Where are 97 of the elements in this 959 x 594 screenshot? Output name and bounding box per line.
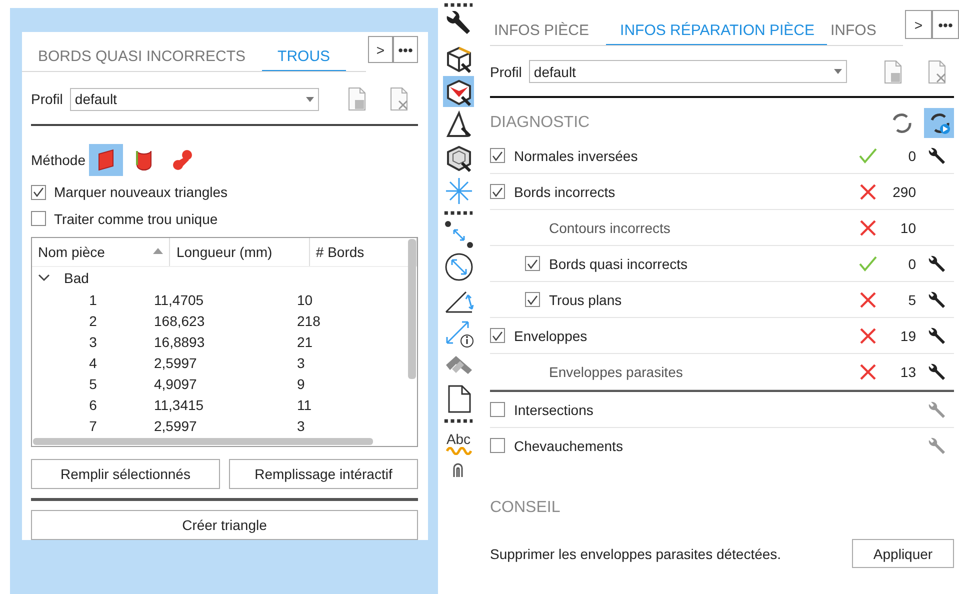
- table-cell-text: 2,5997: [153, 418, 198, 434]
- check-label: Enveloppes: [514, 328, 588, 344]
- create-triangle-button[interactable]: Créer triangle: [31, 510, 418, 540]
- checkbox[interactable]: [31, 211, 46, 226]
- count-text: 0: [907, 148, 916, 164]
- scrollbar[interactable]: [408, 239, 416, 380]
- wrench-icon[interactable]: [926, 362, 946, 382]
- spell-check-tool[interactable]: Abc: [443, 426, 474, 460]
- wrench-icon[interactable]: [926, 326, 946, 346]
- checkbox-label: Marquer nouveaux triangles: [54, 184, 228, 200]
- table-cell-text: 5: [88, 376, 98, 392]
- table-cell-text: 4,9097: [153, 376, 198, 392]
- checkbox[interactable]: [525, 292, 540, 307]
- table-cell-text: 11,3415: [153, 396, 205, 413]
- profile-label: Profil: [490, 64, 522, 80]
- table-cell-text: 11,4705: [153, 292, 205, 308]
- table-cell-text: 2: [88, 312, 98, 329]
- action-button[interactable]: Remplir sélectionnés: [31, 459, 220, 490]
- check-label: Intersections: [514, 402, 594, 418]
- separator-dots: [443, 208, 474, 218]
- table-cell-text: 218: [296, 312, 322, 329]
- more-button[interactable]: •••: [932, 10, 959, 39]
- circle-diameter-icon: [444, 252, 474, 282]
- checkbox[interactable]: [490, 438, 505, 453]
- table-cell-text: 4: [88, 354, 98, 371]
- scrollbar[interactable]: [33, 438, 373, 446]
- table-cell-text: 7: [88, 418, 98, 434]
- check-label: Trous plans: [549, 292, 623, 308]
- table-cell-text: 21: [296, 334, 314, 350]
- count-text: 290: [892, 184, 916, 200]
- table-cell-text: 2,5997: [153, 354, 198, 371]
- next-tab-button[interactable]: >: [368, 36, 393, 63]
- wrench-icon[interactable]: [926, 254, 946, 274]
- apply-button[interactable]: Appliquer: [852, 539, 954, 568]
- wrench-icon[interactable]: [926, 146, 946, 166]
- asterisk-icon: [444, 176, 474, 206]
- wave-icon: [446, 447, 472, 455]
- method-label: Méthode: [31, 152, 86, 168]
- table-cell-text: 1: [88, 292, 98, 308]
- profile-dropdown[interactable]: default: [70, 88, 319, 111]
- toolbar-button[interactable]: [443, 251, 474, 282]
- wrench-icon[interactable]: [926, 290, 946, 310]
- point-distance-icon: [444, 218, 474, 248]
- separator-dots: [443, 416, 474, 426]
- section-title: DIAGNOSTIC: [490, 114, 590, 132]
- count-text: 5: [907, 292, 916, 308]
- checkbox-label: Traiter comme trou unique: [54, 210, 218, 227]
- checkbox[interactable]: [525, 256, 540, 271]
- table-cell-text: 11: [296, 396, 313, 413]
- column-header[interactable]: Nom pièce: [32, 238, 170, 266]
- profile-label: Profil: [31, 91, 63, 108]
- count-text: 19: [899, 328, 916, 344]
- advice-text: Supprimer les enveloppes parasites détectées.: [490, 546, 782, 562]
- check-label: Contours incorrects: [549, 220, 672, 236]
- delete-profile-icon[interactable]: [388, 87, 410, 112]
- toolbar-button[interactable]: [443, 218, 474, 249]
- table-cell-text: 3: [296, 418, 306, 434]
- caret-icon: [306, 96, 314, 102]
- check-label: Enveloppes parasites: [549, 364, 684, 380]
- checkbox[interactable]: [490, 328, 505, 343]
- check-label: Bords quasi incorrects: [549, 256, 689, 272]
- auto-refresh-button[interactable]: [924, 108, 954, 138]
- checkbox[interactable]: [490, 184, 505, 199]
- tab[interactable]: INFOS: [826, 10, 894, 45]
- table-cell-text: 3: [88, 334, 98, 350]
- triangle-wrench-icon: [444, 110, 474, 140]
- toolbar-button[interactable]: [443, 76, 474, 107]
- profile-dropdown[interactable]: default: [528, 60, 847, 83]
- section-title: CONSEIL: [490, 499, 562, 517]
- tab[interactable]: BORDS QUASI INCORRECTS: [22, 32, 262, 71]
- check-label: Chevauchements: [514, 438, 624, 454]
- table-cell-text: 16,8893: [153, 334, 206, 350]
- checkbox[interactable]: [31, 184, 46, 200]
- delete-profile-icon[interactable]: [926, 60, 948, 84]
- next-tab-button[interactable]: >: [905, 10, 932, 39]
- checkbox[interactable]: [490, 402, 505, 417]
- table-cell-text: 168,623: [153, 312, 206, 329]
- count-text: 0: [907, 256, 916, 272]
- column-header[interactable]: Longueur (mm): [170, 238, 310, 266]
- table-cell-text: 6: [88, 396, 98, 413]
- check-label: Normales inversées: [514, 148, 639, 164]
- table-cell-text: 3: [296, 354, 306, 371]
- action-button[interactable]: Remplissage intéractif: [229, 459, 418, 490]
- checkbox[interactable]: [490, 148, 505, 163]
- tab[interactable]: INFOS PIÈCE: [490, 10, 606, 45]
- method-option[interactable]: [89, 144, 124, 176]
- table-cell-text: 10: [296, 292, 314, 308]
- more-button[interactable]: •••: [393, 36, 418, 63]
- check-label: Bords incorrects: [514, 184, 616, 200]
- separator-dots: [443, 0, 474, 10]
- sort-icon: [153, 246, 164, 254]
- caret-icon: [834, 69, 842, 74]
- group-label[interactable]: Bad: [64, 270, 89, 286]
- expand-icon[interactable]: [38, 274, 50, 282]
- count-text: 10: [899, 220, 916, 236]
- table-cell-text: 9: [296, 376, 306, 392]
- count-text: 13: [899, 364, 916, 380]
